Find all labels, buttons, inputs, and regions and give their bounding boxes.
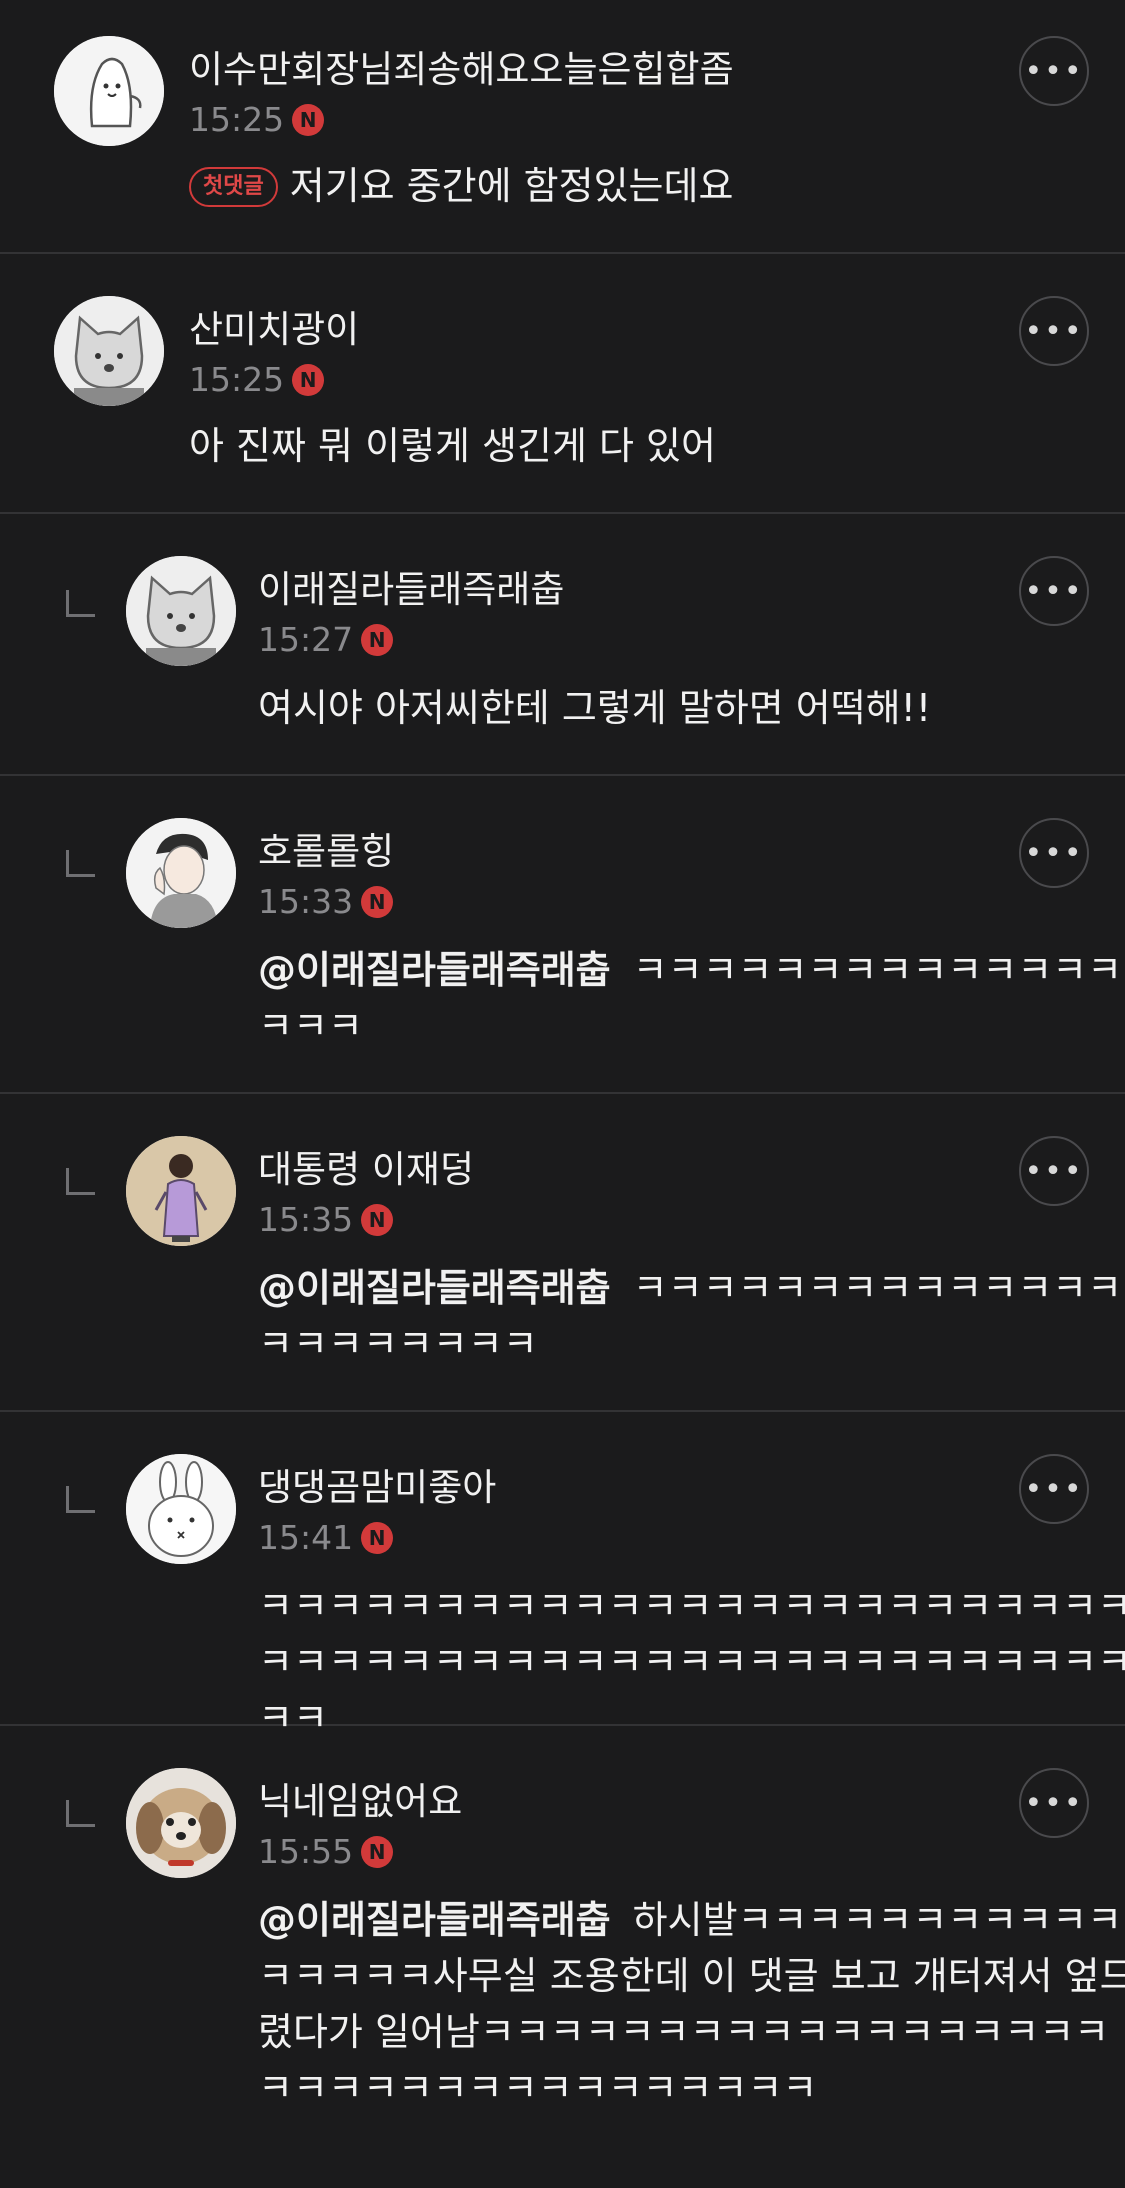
reply-arrow-icon xyxy=(66,590,95,617)
more-options-icon: ••• xyxy=(1024,1785,1084,1821)
comment-text: @이래질라들래즉래춥 ㅋㅋㅋㅋㅋㅋㅋㅋㅋㅋㅋㅋㅋㅋㅋㅋㅋㅋㅋㅋㅋㅋ xyxy=(258,1260,1125,1372)
comment-item: 산미치광이 15:25 N ••• 아 진짜 뭐 이렇게 생긴게 다 있어 xyxy=(0,254,1125,514)
comment-body: 저기요 중간에 함정있는데요 xyxy=(289,164,734,208)
more-options-icon: ••• xyxy=(1024,313,1084,349)
naver-n-badge-icon: N xyxy=(361,1522,394,1554)
avatar-illustrated-man-image xyxy=(126,818,236,928)
timestamp: 15:33 xyxy=(258,882,354,921)
username[interactable]: 호롤롤힝 xyxy=(258,830,394,874)
timestamp: 15:41 xyxy=(258,1518,354,1557)
avatar-cat-image xyxy=(126,556,236,666)
more-options-button[interactable]: ••• xyxy=(1019,1136,1089,1206)
comment-text: @이래질라들래즉래춥 하시발ㅋㅋㅋㅋㅋㅋㅋㅋㅋㅋㅋㅋㅋㅋㅋㅋ사무실 조용한데 이 … xyxy=(258,1892,1125,2116)
reply-item: 대통령 이재덩 15:35 N ••• @이래질라들래즉래춥 ㅋㅋㅋㅋㅋㅋㅋㅋㅋㅋ… xyxy=(0,1094,1125,1412)
avatar-dog-photo xyxy=(126,1768,236,1878)
reply-arrow-icon xyxy=(66,1486,95,1513)
more-options-button[interactable]: ••• xyxy=(1019,556,1089,626)
reply-item: 닉네임없어요 15:55 N ••• @이래질라들래즉래춥 하시발ㅋㅋㅋㅋㅋㅋㅋㅋ… xyxy=(0,1726,1125,2188)
more-options-icon: ••• xyxy=(1024,835,1084,871)
username[interactable]: 닉네임없어요 xyxy=(258,1780,462,1824)
first-comment-badge: 첫댓글 xyxy=(189,167,278,207)
mention-link[interactable]: @이래질라들래즉래춥 xyxy=(258,948,611,992)
comment-item: 이수만회장님죄송해요오늘은힙합좀 15:25 N ••• 첫댓글 저기요 중간에 … xyxy=(0,0,1125,254)
username[interactable]: 이래질라들래즉래춥 xyxy=(258,568,564,612)
reply-item: 댕댕곰맘미좋아 15:41 N ••• ㅋㅋㅋㅋㅋㅋㅋㅋㅋㅋㅋㅋㅋㅋㅋㅋㅋㅋㅋㅋ… xyxy=(0,1412,1125,1740)
more-options-button[interactable]: ••• xyxy=(1019,818,1089,888)
reply-arrow-icon xyxy=(66,1168,95,1195)
naver-n-badge-icon: N xyxy=(361,886,394,918)
avatar[interactable] xyxy=(126,1136,236,1246)
more-options-button[interactable]: ••• xyxy=(1019,1768,1089,1838)
naver-n-badge-icon: N xyxy=(361,624,394,656)
timestamp: 15:35 xyxy=(258,1200,354,1239)
avatar[interactable] xyxy=(126,1454,236,1564)
naver-n-badge-icon: N xyxy=(292,364,325,396)
avatar[interactable] xyxy=(126,1768,236,1878)
username[interactable]: 이수만회장님죄송해요오늘은힙합좀 xyxy=(189,48,734,92)
comment-meta: 15:55 N xyxy=(258,1832,394,1872)
timestamp: 15:27 xyxy=(258,620,354,659)
mention-link[interactable]: @이래질라들래즉래춥 xyxy=(258,1266,611,1310)
avatar-cat-image xyxy=(54,296,164,406)
comment-meta: 15:41 N xyxy=(258,1518,394,1558)
avatar[interactable] xyxy=(54,296,164,406)
more-options-icon: ••• xyxy=(1024,573,1084,609)
comment-body: 여시야 아저씨한테 그렇게 말하면 어떡해!! xyxy=(258,686,932,730)
more-options-icon: ••• xyxy=(1024,1153,1084,1189)
reply-arrow-icon xyxy=(66,1800,95,1827)
avatar-cat-image xyxy=(54,36,164,146)
more-options-icon: ••• xyxy=(1024,53,1084,89)
comment-meta: 15:27 N xyxy=(258,620,394,660)
username[interactable]: 산미치광이 xyxy=(189,308,359,352)
more-options-button[interactable]: ••• xyxy=(1019,296,1089,366)
avatar-illustrated-figure-image xyxy=(126,1136,236,1246)
more-options-icon: ••• xyxy=(1024,1471,1084,1507)
avatar[interactable] xyxy=(126,818,236,928)
avatar[interactable] xyxy=(126,556,236,666)
comment-meta: 15:25 N xyxy=(189,360,325,400)
reply-item: 이래질라들래즉래춥 15:27 N ••• 여시야 아저씨한테 그렇게 말하면 … xyxy=(0,514,1125,776)
timestamp: 15:55 xyxy=(258,1832,354,1871)
mention-link[interactable]: @이래질라들래즉래춥 xyxy=(258,1898,611,1942)
naver-n-badge-icon: N xyxy=(292,104,325,136)
comment-body: ㅋㅋㅋㅋㅋㅋㅋㅋㅋㅋㅋㅋㅋㅋㅋㅋㅋㅋㅋㅋㅋㅋㅋㅋㅋㅋㅋㅋㅋㅋㅋㅋㅋㅋㅋㅋㅋㅋㅋㅋ… xyxy=(258,1584,1125,1740)
username[interactable]: 대통령 이재덩 xyxy=(258,1148,474,1192)
reply-item: 호롤롤힝 15:33 N ••• @이래질라들래즉래춥 ㅋㅋㅋㅋㅋㅋㅋㅋㅋㅋㅋㅋㅋ… xyxy=(0,776,1125,1094)
username[interactable]: 댕댕곰맘미좋아 xyxy=(258,1466,496,1510)
avatar[interactable] xyxy=(54,36,164,146)
comment-meta: 15:25 N xyxy=(189,100,325,140)
comment-meta: 15:33 N xyxy=(258,882,394,922)
more-options-button[interactable]: ••• xyxy=(1019,36,1089,106)
avatar-bunny-image xyxy=(126,1454,236,1564)
timestamp: 15:25 xyxy=(189,360,285,399)
naver-n-badge-icon: N xyxy=(361,1204,394,1236)
more-options-button[interactable]: ••• xyxy=(1019,1454,1089,1524)
comment-body: 아 진짜 뭐 이렇게 생긴게 다 있어 xyxy=(189,424,716,468)
reply-arrow-icon xyxy=(66,850,95,877)
comment-meta: 15:35 N xyxy=(258,1200,394,1240)
comment-text: @이래질라들래즉래춥 ㅋㅋㅋㅋㅋㅋㅋㅋㅋㅋㅋㅋㅋㅋㅋㅋㅋ xyxy=(258,942,1125,1054)
timestamp: 15:25 xyxy=(189,100,285,139)
comment-text: 첫댓글 저기요 중간에 함정있는데요 xyxy=(189,158,1069,214)
naver-n-badge-icon: N xyxy=(361,1836,394,1868)
